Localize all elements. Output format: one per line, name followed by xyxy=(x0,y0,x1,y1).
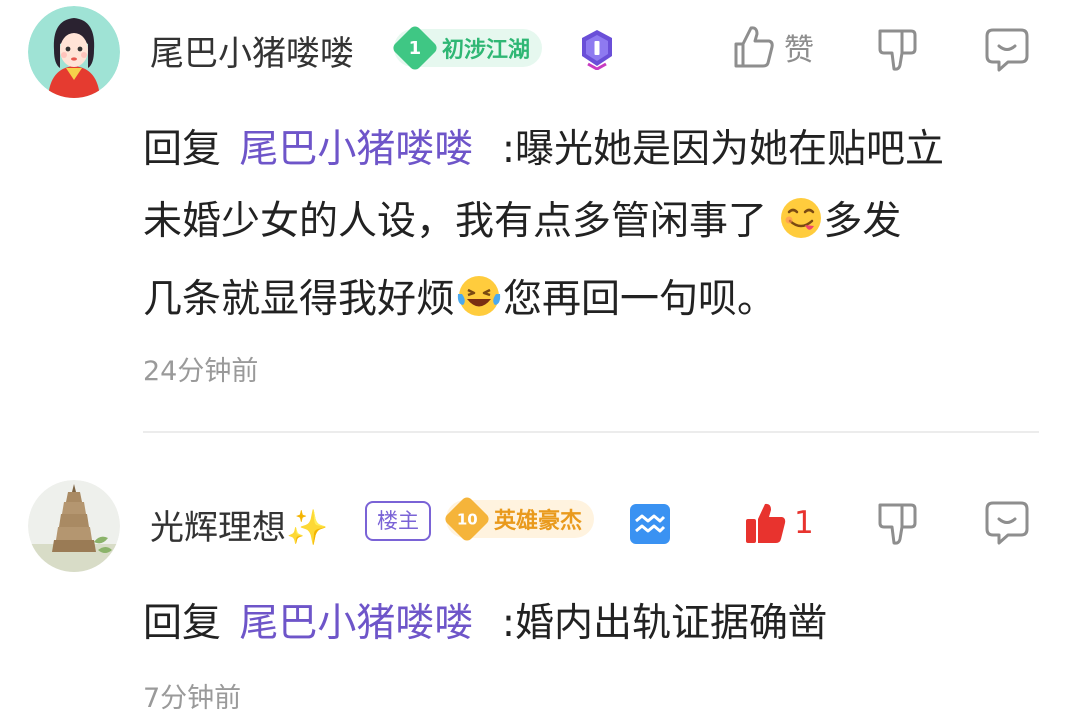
avatar[interactable] xyxy=(28,6,120,98)
level-title: 初涉江湖 xyxy=(442,38,531,63)
username[interactable]: 光辉理想✨ xyxy=(150,500,328,549)
thumbs-down-icon xyxy=(878,503,917,545)
comment-text: 回复 尾巴小猪喽喽 :婚内出轨证据确凿 xyxy=(143,588,1043,660)
comment-item: 光辉理想✨ 楼主 10 英雄豪杰 1 回复 尾巴小猪喽喽:婚内出轨证据确凿 7… xyxy=(0,470,1074,728)
text-segment: 多发 xyxy=(823,199,902,244)
rank-medal-icon xyxy=(578,28,616,74)
username[interactable]: 尾巴小猪喽喽 xyxy=(150,26,354,75)
divider xyxy=(143,431,1039,433)
comment-text: 回复 尾巴小猪喽喽 :曝光她是因为她在贴吧立 未婚少女的人设，我有点多管闲事了 … xyxy=(143,114,1043,342)
like-button[interactable]: 1 xyxy=(744,500,814,546)
thumbs-up-icon xyxy=(734,26,774,68)
like-button[interactable]: 赞 xyxy=(732,24,814,70)
reply-prefix: 回复 xyxy=(143,127,222,172)
dislike-button[interactable] xyxy=(876,501,918,551)
yum-emoji xyxy=(779,192,823,264)
text-segment: :曝光她是因为她在贴吧立 xyxy=(501,127,944,172)
timestamp: 7分钟前 xyxy=(143,683,242,714)
level-number: 1 xyxy=(408,37,422,59)
like-label: 赞 xyxy=(784,33,814,68)
reply-bubble-icon xyxy=(985,28,1029,72)
level-badge: 10 英雄豪杰 xyxy=(442,494,595,544)
reply-bubble-icon xyxy=(985,501,1029,545)
level-gem-icon: 1 xyxy=(390,23,440,73)
owner-badge: 楼主 xyxy=(365,501,431,541)
reply-prefix: 回复 xyxy=(143,601,222,646)
text-segment: 未婚少女的人设，我有点多管闲事了 xyxy=(143,199,768,244)
level-badge: 1 初涉江湖 xyxy=(390,23,543,73)
comment-item: 尾巴小猪喽喽 1 初涉江湖 赞 回复 尾巴小猪喽喽:曝光她是因为她在贴吧立 未… xyxy=(0,0,1074,430)
mention-link[interactable]: 尾巴小猪喽喽 xyxy=(239,601,473,646)
thumbs-down-icon xyxy=(878,29,917,71)
reply-button[interactable] xyxy=(984,500,1030,550)
thumbs-up-icon xyxy=(746,503,786,543)
text-segment: 您再回一句呗。 xyxy=(503,277,777,322)
level-gem-icon: 10 xyxy=(442,494,492,544)
mention-link[interactable]: 尾巴小猪喽喽 xyxy=(239,127,473,172)
reply-button[interactable] xyxy=(984,27,1030,77)
laughing-tears-emoji xyxy=(455,270,503,342)
like-count: 1 xyxy=(794,505,814,541)
timestamp: 24分钟前 xyxy=(143,356,259,387)
dislike-button[interactable] xyxy=(876,27,918,77)
level-title: 英雄豪杰 xyxy=(494,509,583,534)
zodiac-aquarius-icon xyxy=(630,504,670,548)
level-number: 10 xyxy=(456,510,478,528)
text-segment: 几条就显得我好烦 xyxy=(143,277,456,322)
text-segment: :婚内出轨证据确凿 xyxy=(501,601,827,646)
